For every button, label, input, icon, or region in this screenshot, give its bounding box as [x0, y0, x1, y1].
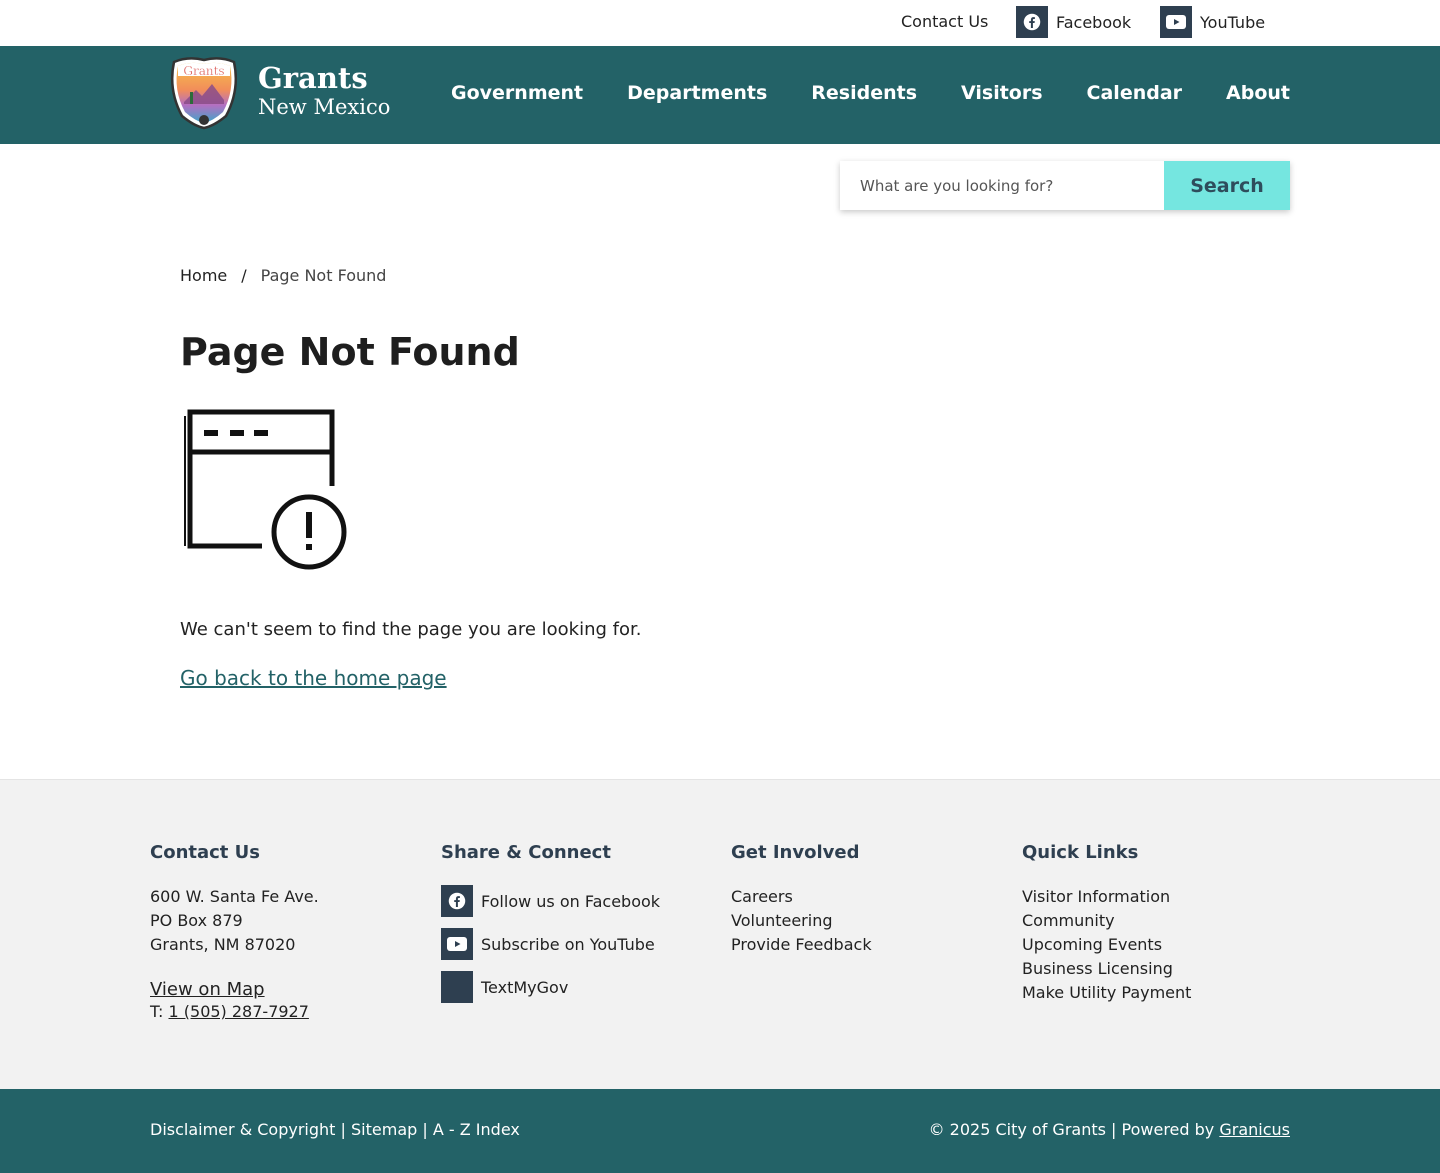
footer-link-community[interactable]: Community	[1022, 909, 1191, 933]
copyright-text: © 2025 City of Grants	[928, 1120, 1106, 1139]
nav-calendar[interactable]: Calendar	[1087, 82, 1182, 104]
search-bar: Search	[840, 161, 1290, 210]
address-line-2: PO Box 879	[150, 911, 243, 930]
util-facebook-label: Facebook	[1056, 12, 1132, 32]
nav-departments[interactable]: Departments	[627, 82, 767, 104]
footer-share: Share & Connect Follow us on Facebook Su…	[441, 842, 660, 1014]
footer-link-visitor-info[interactable]: Visitor Information	[1022, 885, 1191, 909]
address-line-1: 600 W. Santa Fe Ave.	[150, 887, 319, 906]
footer-share-heading: Share & Connect	[441, 842, 611, 863]
site-header: Grants Grants New Mexico Government Depa…	[0, 46, 1440, 144]
bottom-bar: Disclaimer & Copyright | Sitemap | A - Z…	[0, 1089, 1440, 1173]
search-button[interactable]: Search	[1164, 161, 1290, 210]
not-found-message: We can't seem to find the page you are l…	[180, 619, 642, 640]
search-input[interactable]	[840, 161, 1164, 210]
footer-textmygov-link[interactable]: TextMyGov	[441, 971, 660, 1003]
footer-quick-links: Quick Links Visitor Information Communit…	[1022, 842, 1191, 1005]
site-footer: Contact Us 600 W. Santa Fe Ave. PO Box 8…	[0, 779, 1440, 1089]
nav-visitors[interactable]: Visitors	[961, 82, 1043, 104]
site-title-sub: New Mexico	[258, 95, 391, 119]
footer-link-utility-payment[interactable]: Make Utility Payment	[1022, 981, 1191, 1005]
youtube-icon	[441, 928, 473, 960]
footer-quick-heading: Quick Links	[1022, 842, 1139, 863]
footer-link-licensing[interactable]: Business Licensing	[1022, 957, 1191, 981]
footer-involved: Get Involved Careers Volunteering Provid…	[731, 842, 872, 957]
nav-government[interactable]: Government	[451, 82, 583, 104]
footer-link-events[interactable]: Upcoming Events	[1022, 933, 1191, 957]
legal-separator: |	[340, 1120, 346, 1139]
breadcrumb-current: Page Not Found	[260, 266, 387, 285]
footer-contact: Contact Us 600 W. Santa Fe Ave. PO Box 8…	[150, 842, 319, 1021]
footer-link-feedback[interactable]: Provide Feedback	[731, 933, 872, 957]
nav-residents[interactable]: Residents	[811, 82, 917, 104]
footer-textmygov-label: TextMyGov	[481, 977, 569, 997]
breadcrumb: Home / Page Not Found	[180, 266, 386, 285]
az-index-link[interactable]: A - Z Index	[433, 1120, 520, 1139]
footer-youtube-link[interactable]: Subscribe on YouTube	[441, 928, 660, 960]
facebook-icon	[1016, 6, 1048, 38]
phone-prefix: T:	[150, 1002, 164, 1021]
util-youtube-link[interactable]: YouTube	[1160, 6, 1265, 38]
legal-links: Disclaimer & Copyright | Sitemap | A - Z…	[150, 1120, 520, 1139]
legal-separator: |	[422, 1120, 428, 1139]
address-line-3: Grants, NM 87020	[150, 935, 296, 954]
util-youtube-label: YouTube	[1200, 12, 1266, 32]
shield-text: Grants	[183, 64, 224, 78]
page-title: Page Not Found	[180, 330, 520, 374]
footer-facebook-label: Follow us on Facebook	[481, 891, 661, 911]
granicus-link[interactable]: Granicus	[1219, 1120, 1290, 1139]
util-contact-link[interactable]: Contact Us	[901, 12, 988, 31]
footer-involved-heading: Get Involved	[731, 842, 860, 863]
site-title-name: Grants	[258, 61, 368, 95]
grants-shield-logo: Grants	[171, 57, 237, 130]
sitemap-link[interactable]: Sitemap	[351, 1120, 417, 1139]
youtube-icon	[1160, 6, 1192, 38]
footer-link-careers[interactable]: Careers	[731, 885, 872, 909]
phone-link[interactable]: 1 (505) 287-7927	[169, 1002, 309, 1021]
footer-link-volunteering[interactable]: Volunteering	[731, 909, 872, 933]
view-on-map-link[interactable]: View on Map	[150, 979, 319, 1000]
disclaimer-link[interactable]: Disclaimer & Copyright	[150, 1120, 335, 1139]
util-facebook-link[interactable]: Facebook	[1016, 6, 1131, 38]
footer-contact-heading: Contact Us	[150, 842, 261, 863]
breadcrumb-separator: /	[241, 266, 247, 285]
footer-youtube-label: Subscribe on YouTube	[481, 934, 655, 954]
breadcrumb-home[interactable]: Home	[180, 266, 227, 285]
home-page-link[interactable]: Go back to the home page	[180, 666, 447, 690]
nav-about[interactable]: About	[1226, 82, 1290, 104]
textmygov-icon	[441, 971, 473, 1003]
copyright: © 2025 City of Grants | Powered by Grani…	[929, 1120, 1290, 1139]
phone-line: T: 1 (505) 287-7927	[150, 1002, 319, 1021]
powered-by-text: | Powered by	[1111, 1120, 1215, 1139]
site-title: Grants New Mexico	[258, 62, 390, 120]
facebook-icon	[441, 885, 473, 917]
browser-error-icon	[184, 409, 347, 570]
footer-facebook-link[interactable]: Follow us on Facebook	[441, 885, 660, 917]
utility-bar: Contact Us Facebook YouTube	[0, 0, 1440, 46]
main-nav: Government Departments Residents Visitor…	[451, 82, 1290, 104]
